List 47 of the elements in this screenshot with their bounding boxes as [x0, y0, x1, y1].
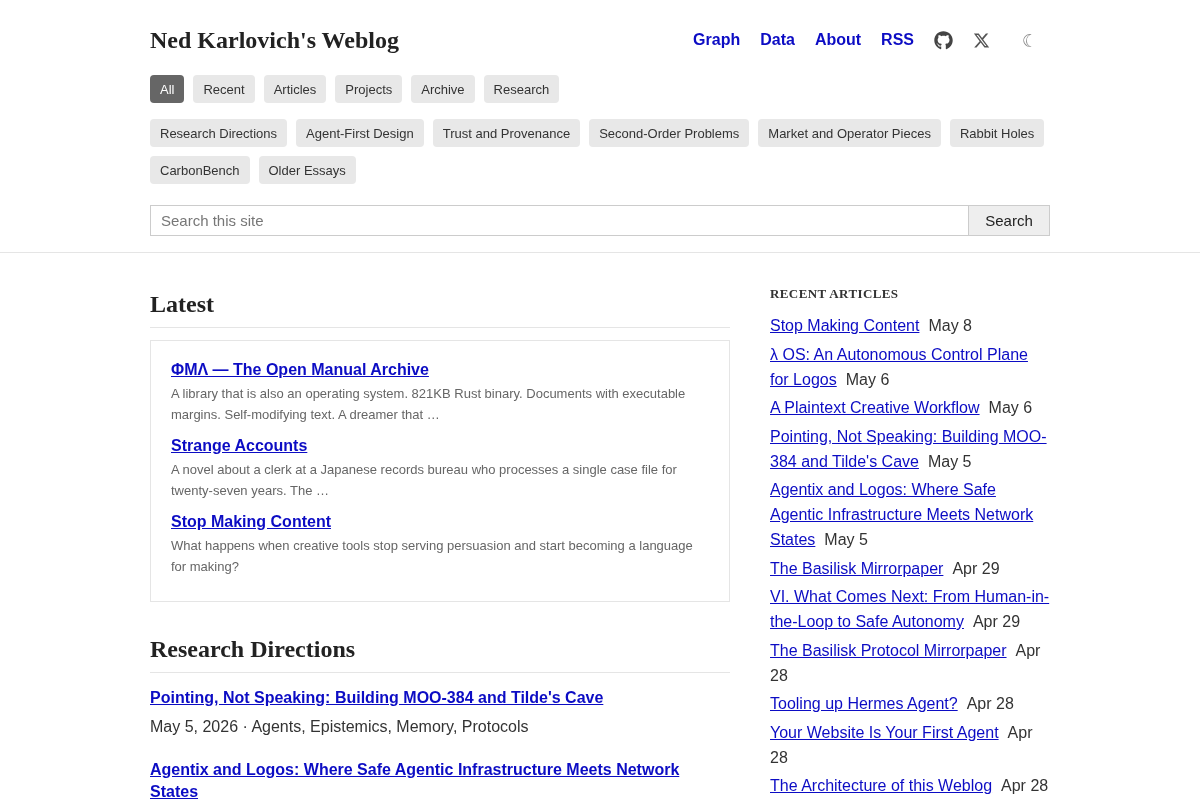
recent-article-entry[interactable]: Pointing, Not Speaking: Building MOO-384 and Tilde's Cave May 5: [770, 423, 1050, 474]
article-excerpt: What happens when creative tools stop serving persuasion and start becoming a language for making?: [171, 537, 694, 576]
section-heading: Research Directions: [150, 634, 730, 673]
filter-chip[interactable]: Articles: [263, 75, 327, 103]
recent-article-entry[interactable]: The Basilisk Mirrorpaper Apr 29: [770, 555, 1050, 581]
filter-chip[interactable]: Research: [483, 75, 560, 103]
theme-toggle-button[interactable]: ☾: [1010, 29, 1050, 51]
recent-article-entry[interactable]: Tooling up Hermes Agent? Apr 28: [770, 691, 1050, 716]
nav-link[interactable]: About: [814, 31, 862, 49]
recent-article-entry[interactable]: Your Website Is Your First Agent Apr 28: [770, 719, 1050, 770]
filter-chip[interactable]: Archive: [411, 75, 475, 103]
topic-chip[interactable]: Second-Order Problems: [589, 119, 750, 147]
recent-article-entry[interactable]: Stop Making Content May 8: [770, 313, 1050, 338]
recent-article-entry[interactable]: VI. What Comes Next: From Human-in-the-Loop to Safe Autonomy Apr 29: [770, 584, 1050, 634]
article-meta: May 5, 2026 · Agents, Epistemics, Memory, Protocols: [150, 717, 530, 737]
nav-link[interactable]: Data: [760, 31, 795, 49]
topic-chip[interactable]: Rabbit Holes: [949, 119, 1045, 147]
topic-chip[interactable]: Research Directions: [150, 119, 288, 147]
article-title-link[interactable]: Stop Making Content: [171, 512, 331, 532]
recent-article-entry[interactable]: The Architecture of this Weblog Apr 28: [770, 773, 1050, 798]
github-icon[interactable]: [934, 30, 953, 50]
recent-article-entry[interactable]: Agentix and Logos: Where Safe Agentic Infrastructure Meets Network States May 5: [770, 477, 1050, 552]
recent-article-entry[interactable]: λ OS: An Autonomous Control Plane for Logos May 6: [770, 341, 1050, 392]
sidebar-heading: RECENT ARTICLES: [770, 285, 900, 303]
article-excerpt: A library that is also an operating system. 821KB Rust binary. Documents with executable margins. Self-modifying text. A dreamer that …: [171, 385, 687, 424]
topic-chip[interactable]: Agent-First Design: [296, 119, 424, 147]
article-title-link[interactable]: ΦΜΛ — The Open Manual Archive: [171, 360, 429, 380]
nav-link[interactable]: RSS: [881, 31, 914, 49]
article-excerpt: A novel about a clerk at a Japanese records bureau who processes a single case file for twenty-seven years. The …: [171, 461, 678, 500]
topic-chip[interactable]: Trust and Provenance: [432, 119, 581, 147]
search-button[interactable]: Search: [968, 205, 1050, 236]
recent-article-entry[interactable]: The Basilisk Protocol Mirrorpaper Apr 28: [770, 637, 1050, 688]
filter-chip[interactable]: Projects: [335, 75, 403, 103]
article-title-link[interactable]: Agentix and Logos: Where Safe Agentic Infrastructure Meets Network States: [150, 759, 730, 800]
nav-link[interactable]: Graph: [693, 31, 741, 49]
article-title-link[interactable]: Pointing, Not Speaking: Building MOO-384 and Tilde's Cave: [150, 687, 604, 709]
search-field[interactable]: Search this site: [150, 205, 968, 236]
recent-article-entry[interactable]: A Plaintext Creative Workflow May 6: [770, 395, 1050, 420]
filter-chip[interactable]: Recent: [193, 75, 255, 103]
article-title-link[interactable]: Strange Accounts: [171, 436, 308, 456]
section-heading: Latest: [150, 289, 730, 328]
x-logo-icon[interactable]: [973, 31, 990, 49]
site-title: Ned Karlovich's Weblog: [150, 26, 399, 54]
topic-chip[interactable]: CarbonBench: [150, 156, 250, 184]
topic-chip[interactable]: Market and Operator Pieces: [758, 119, 941, 147]
filter-chip[interactable]: All: [150, 75, 185, 103]
topic-chip[interactable]: Older Essays: [258, 156, 356, 184]
